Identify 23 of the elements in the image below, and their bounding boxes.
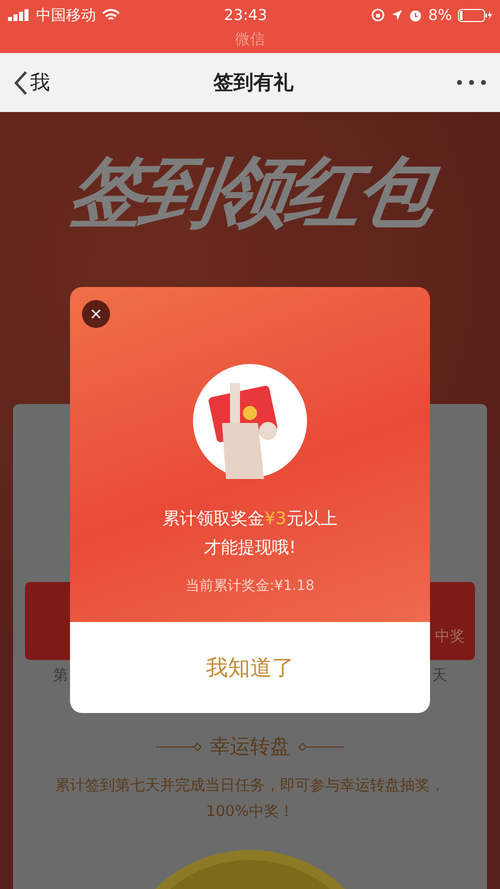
envelope-label: 中奖	[435, 627, 465, 646]
rotation-lock-icon	[371, 8, 386, 22]
section-description: 累计签到第七天并完成当日任务，即可参与幸运转盘抽奖，100%中奖！	[54, 775, 446, 822]
ornament-line	[298, 742, 344, 750]
battery-percent: 8%	[428, 6, 452, 24]
battery-icon	[458, 8, 492, 22]
signal-icon	[8, 9, 30, 21]
close-icon	[91, 309, 101, 319]
current-bonus: 当前累计奖金:¥1.18	[186, 577, 314, 595]
wifi-icon	[102, 8, 120, 22]
location-icon	[391, 9, 404, 21]
withdraw-notice: 累计领取奖金¥3元以上 才能提现哦!	[162, 508, 338, 560]
hand-envelope-icon	[192, 363, 308, 479]
section-heading: 幸运转盘	[210, 733, 290, 760]
app-label: 微信	[235, 30, 265, 49]
back-button[interactable]: 我	[14, 69, 50, 96]
page-title: 签到有礼	[214, 69, 294, 96]
chevron-left-icon	[14, 70, 28, 96]
ornament-line	[156, 742, 202, 750]
alarm-icon	[409, 8, 422, 22]
carrier-name: 中国移动	[36, 6, 96, 24]
close-button[interactable]	[82, 300, 110, 328]
clock-time: 23:43	[224, 6, 268, 24]
